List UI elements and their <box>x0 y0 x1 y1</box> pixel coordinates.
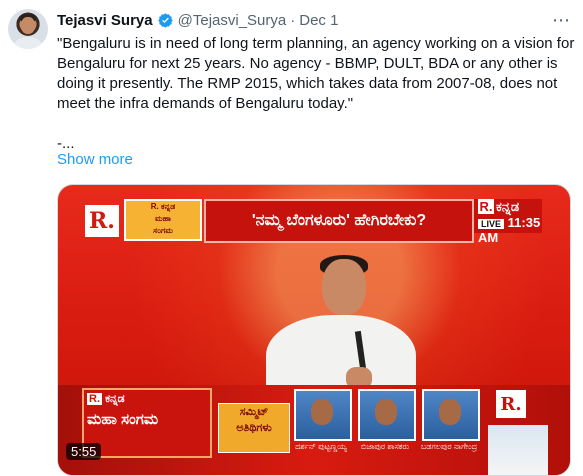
guest-caption: ಬಿಜಾಪುರ ಶಾಸಕರು <box>360 442 410 451</box>
verified-badge-icon <box>157 12 173 28</box>
promo-channel: ಕನ್ನಡ <box>105 393 125 405</box>
event-badge: R. ಕನ್ನಡ ಮಹಾ ಸಂಗಮ <box>124 199 202 241</box>
promo-logo: R. <box>87 393 102 405</box>
guest-caption: ಬಡಗಲಪುರ ನಾಗೇಂದ್ರ <box>420 442 478 451</box>
author-name[interactable]: Tejasvi Surya <box>57 12 153 29</box>
live-label: LIVE <box>478 219 505 229</box>
show-more-link[interactable]: Show more <box>57 151 133 168</box>
tweet-header: Tejasvi Surya @Tejasvi_Surya · Dec 1 <box>57 10 338 30</box>
channel-logo: R. <box>85 205 119 237</box>
guest-thumbnail <box>294 389 352 441</box>
reporter-thumbnail <box>488 425 548 475</box>
guest-thumbnail <box>358 389 416 441</box>
speaker-image <box>236 255 446 405</box>
event-badge-line-2: ಮಹಾ <box>155 214 171 223</box>
summit-line-2: ಅತಿಥಿಗಳು <box>236 422 272 434</box>
guest-caption: ದರ್ಶನ್ ಪುಟ್ಟಣ್ಣಯ್ಯ <box>295 442 347 451</box>
event-promo: R. ಕನ್ನಡ ಮಹಾ ಸಂಗಮ <box>82 388 212 458</box>
promo-title: ಮಹಾ ಸಂಗಮ <box>87 411 159 428</box>
news-headline: 'ನಮ್ಮ ಬೆಂಗಳೂರು' ಹೇಗಿರಬೇಕು? <box>204 199 474 243</box>
channel-r-mark: R. <box>478 199 494 214</box>
channel-corner-logo: R. <box>496 390 526 418</box>
tweet-date[interactable]: Dec 1 <box>299 12 338 29</box>
guest-thumbnail <box>422 389 480 441</box>
event-badge-line-1: R. ಕನ್ನಡ <box>150 202 176 211</box>
separator-dot: · <box>290 11 296 29</box>
tweet-text: "Bengaluru is in need of long term plann… <box>57 35 575 152</box>
author-handle[interactable]: @Tejasvi_Surya <box>178 12 287 29</box>
video-player[interactable]: R. R. ಕನ್ನಡ ಮಹಾ ಸಂಗಮ 'ನಮ್ಮ ಬೆಂಗಳೂರು' ಹೇಗ… <box>57 184 571 476</box>
more-options-icon[interactable]: ⋯ <box>549 10 573 30</box>
summit-guests-label: ಸಮ್ಮಿಟ್ ಅತಿಥಿಗಳು <box>218 403 290 453</box>
channel-name: ಕನ್ನಡ <box>496 199 520 214</box>
summit-line-1: ಸಮ್ಮಿಟ್ <box>239 406 269 418</box>
event-badge-line-3: ಸಂಗಮ <box>153 226 173 235</box>
channel-live-badge: R. ಕನ್ನಡ LIVE 11:35 AM <box>474 199 542 245</box>
video-duration: 5:55 <box>66 443 102 460</box>
avatar[interactable] <box>8 9 48 49</box>
